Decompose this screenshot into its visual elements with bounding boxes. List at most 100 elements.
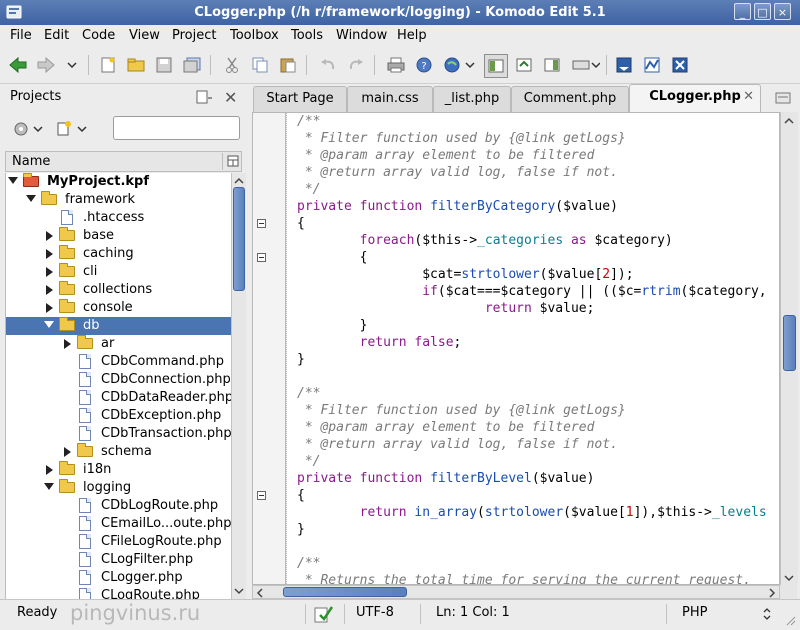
- code-editor[interactable]: /** * Filter function used by {@link get…: [252, 112, 780, 585]
- tree-scrollbar[interactable]: [231, 173, 246, 599]
- menu-file[interactable]: File: [10, 28, 32, 43]
- tree-item[interactable]: .htaccess: [6, 209, 232, 227]
- tree-item[interactable]: cli: [6, 263, 232, 281]
- undo-icon[interactable]: [318, 55, 338, 75]
- tree-item[interactable]: CLogger.php: [6, 569, 232, 587]
- tree-item[interactable]: CFileLogRoute.php: [6, 533, 232, 551]
- add-item-menu[interactable]: [56, 120, 90, 138]
- tree-item[interactable]: CDbLogRoute.php: [6, 497, 232, 515]
- code-line[interactable]: /**: [297, 385, 320, 402]
- code-line[interactable]: * Filter function used by {@link getLogs…: [297, 130, 626, 147]
- menu-tools[interactable]: Tools: [291, 28, 323, 43]
- code-line[interactable]: if($cat===$category || (($c=rtrim($categ…: [297, 283, 766, 300]
- column-picker-icon[interactable]: [227, 155, 239, 171]
- minimize-button[interactable]: _: [734, 3, 751, 20]
- tree-item[interactable]: CDbConnection.php: [6, 371, 232, 389]
- save-icon[interactable]: [154, 55, 174, 75]
- copy-icon[interactable]: [250, 55, 270, 75]
- code-line[interactable]: return false;: [297, 334, 462, 351]
- scroll-up-arrow-icon[interactable]: [234, 175, 244, 185]
- code-line[interactable]: }: [297, 521, 305, 538]
- tree-item[interactable]: CDbDataReader.php: [6, 389, 232, 407]
- tab-list-icon[interactable]: [775, 91, 791, 109]
- code-line[interactable]: return $value;: [297, 300, 595, 317]
- close-tab-icon[interactable]: ✕: [743, 85, 754, 109]
- syntax-check-icon[interactable]: [314, 605, 334, 627]
- code-line[interactable]: {: [297, 249, 368, 266]
- cut-icon[interactable]: [222, 55, 242, 75]
- code-line[interactable]: /**: [297, 555, 320, 572]
- editor-scroll-thumb[interactable]: [783, 315, 796, 371]
- code-line[interactable]: private function filterByLevel($value): [297, 470, 594, 487]
- maximize-button[interactable]: □: [754, 3, 771, 20]
- scroll-up-arrow-icon[interactable]: [784, 115, 794, 130]
- fold-toggle-icon[interactable]: [257, 219, 266, 228]
- expand-down-arrow-icon[interactable]: [8, 177, 18, 184]
- expand-down-arrow-icon[interactable]: [44, 483, 54, 490]
- panel-options-icon[interactable]: [196, 90, 212, 108]
- code-line[interactable]: * @return array valid log, false if not.: [297, 164, 618, 181]
- expand-right-arrow-icon[interactable]: [64, 447, 71, 457]
- close-panel-icon[interactable]: ✕: [224, 88, 237, 107]
- browser-icon[interactable]: [442, 55, 462, 75]
- expand-right-arrow-icon[interactable]: [64, 339, 71, 349]
- tree-item[interactable]: CDbException.php: [6, 407, 232, 425]
- tree-item[interactable]: CDbCommand.php: [6, 353, 232, 371]
- menu-toolbox[interactable]: Toolbox: [230, 28, 279, 43]
- encoding-indicator[interactable]: UTF-8: [356, 605, 394, 620]
- code-line[interactable]: {: [297, 487, 305, 504]
- menu-code[interactable]: Code: [82, 28, 115, 43]
- code-line[interactable]: }: [297, 317, 368, 334]
- tab-comment-php[interactable]: Comment.php: [511, 86, 629, 112]
- tree-item[interactable]: CLogFilter.php: [6, 551, 232, 569]
- paste-icon[interactable]: [278, 55, 298, 75]
- tab-list-php[interactable]: _list.php: [433, 86, 511, 112]
- tab-start-page[interactable]: Start Page: [253, 86, 347, 112]
- globe-icon[interactable]: [642, 55, 662, 75]
- code-line[interactable]: * @return array valid log, false if not.: [297, 436, 618, 453]
- layout-icon[interactable]: [572, 55, 600, 75]
- tree-item[interactable]: framework: [6, 191, 232, 209]
- tree-item[interactable]: CEmailLo...oute.php: [6, 515, 232, 533]
- panel-left-icon[interactable]: [484, 54, 508, 78]
- expand-right-arrow-icon[interactable]: [46, 249, 53, 259]
- menu-help[interactable]: Help: [397, 28, 427, 43]
- fold-toggle-icon[interactable]: [257, 491, 266, 500]
- menu-window[interactable]: Window: [336, 28, 387, 43]
- code-line[interactable]: }: [297, 351, 305, 368]
- expand-right-arrow-icon[interactable]: [46, 285, 53, 295]
- code-line[interactable]: return in_array(strtolower($value[1]),$t…: [297, 504, 767, 521]
- code-line[interactable]: foreach($this->_categories as $category): [297, 232, 673, 249]
- forward-arrow-icon[interactable]: [36, 55, 56, 75]
- tree-column-header[interactable]: Name: [5, 151, 242, 172]
- editor-vertical-scrollbar[interactable]: [780, 112, 798, 585]
- code-line[interactable]: {: [297, 215, 305, 232]
- save-all-icon[interactable]: [182, 55, 202, 75]
- help-icon[interactable]: ?: [414, 55, 434, 75]
- tree-item[interactable]: i18n: [6, 461, 232, 479]
- new-file-icon[interactable]: [98, 55, 118, 75]
- code-line[interactable]: private function filterByCategory($value…: [297, 198, 618, 215]
- horizontal-scroll-thumb[interactable]: [283, 587, 407, 597]
- code-line[interactable]: * @param array element to be filtered: [297, 147, 595, 164]
- project-gear-menu[interactable]: [12, 120, 46, 138]
- language-spinner-icon[interactable]: [763, 607, 771, 625]
- tree-item[interactable]: CDbTransaction.php: [6, 425, 232, 443]
- tree-item[interactable]: schema: [6, 443, 232, 461]
- panel-bottom-icon[interactable]: [514, 55, 534, 75]
- fold-toggle-icon[interactable]: [257, 253, 266, 262]
- tree-item[interactable]: logging: [6, 479, 232, 497]
- tree-item[interactable]: ar: [6, 335, 232, 353]
- expand-right-arrow-icon[interactable]: [46, 231, 53, 241]
- tab-main-css[interactable]: main.css: [347, 86, 433, 112]
- dropdown-icon[interactable]: [62, 55, 82, 75]
- code-line[interactable]: * Returns the total time for serving the…: [297, 572, 751, 584]
- print-icon[interactable]: [386, 55, 406, 75]
- scroll-down-arrow-icon[interactable]: [234, 585, 244, 595]
- panel-right-icon[interactable]: [542, 55, 562, 75]
- tree-item[interactable]: console: [6, 299, 232, 317]
- dropdown-icon[interactable]: [460, 55, 480, 75]
- editor-horizontal-scrollbar[interactable]: [252, 585, 780, 599]
- code-line[interactable]: /**: [297, 113, 320, 130]
- komodo-icon[interactable]: [614, 55, 634, 75]
